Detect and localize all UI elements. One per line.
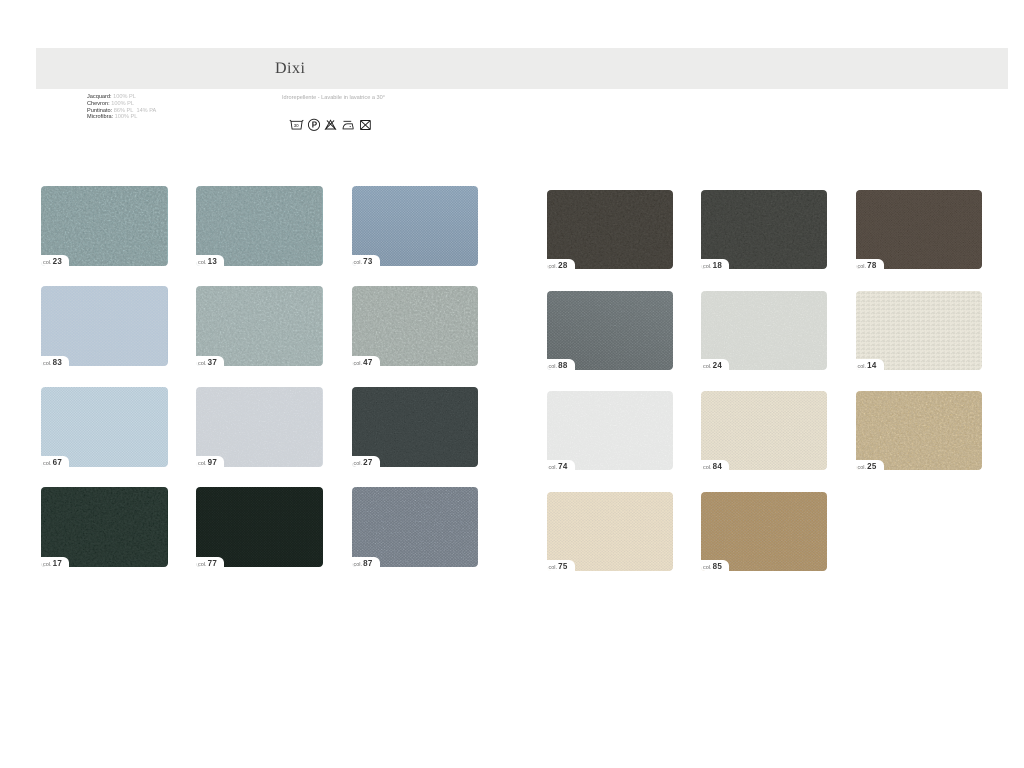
svg-text:30: 30 (294, 123, 299, 128)
svg-text:P: P (312, 121, 318, 130)
